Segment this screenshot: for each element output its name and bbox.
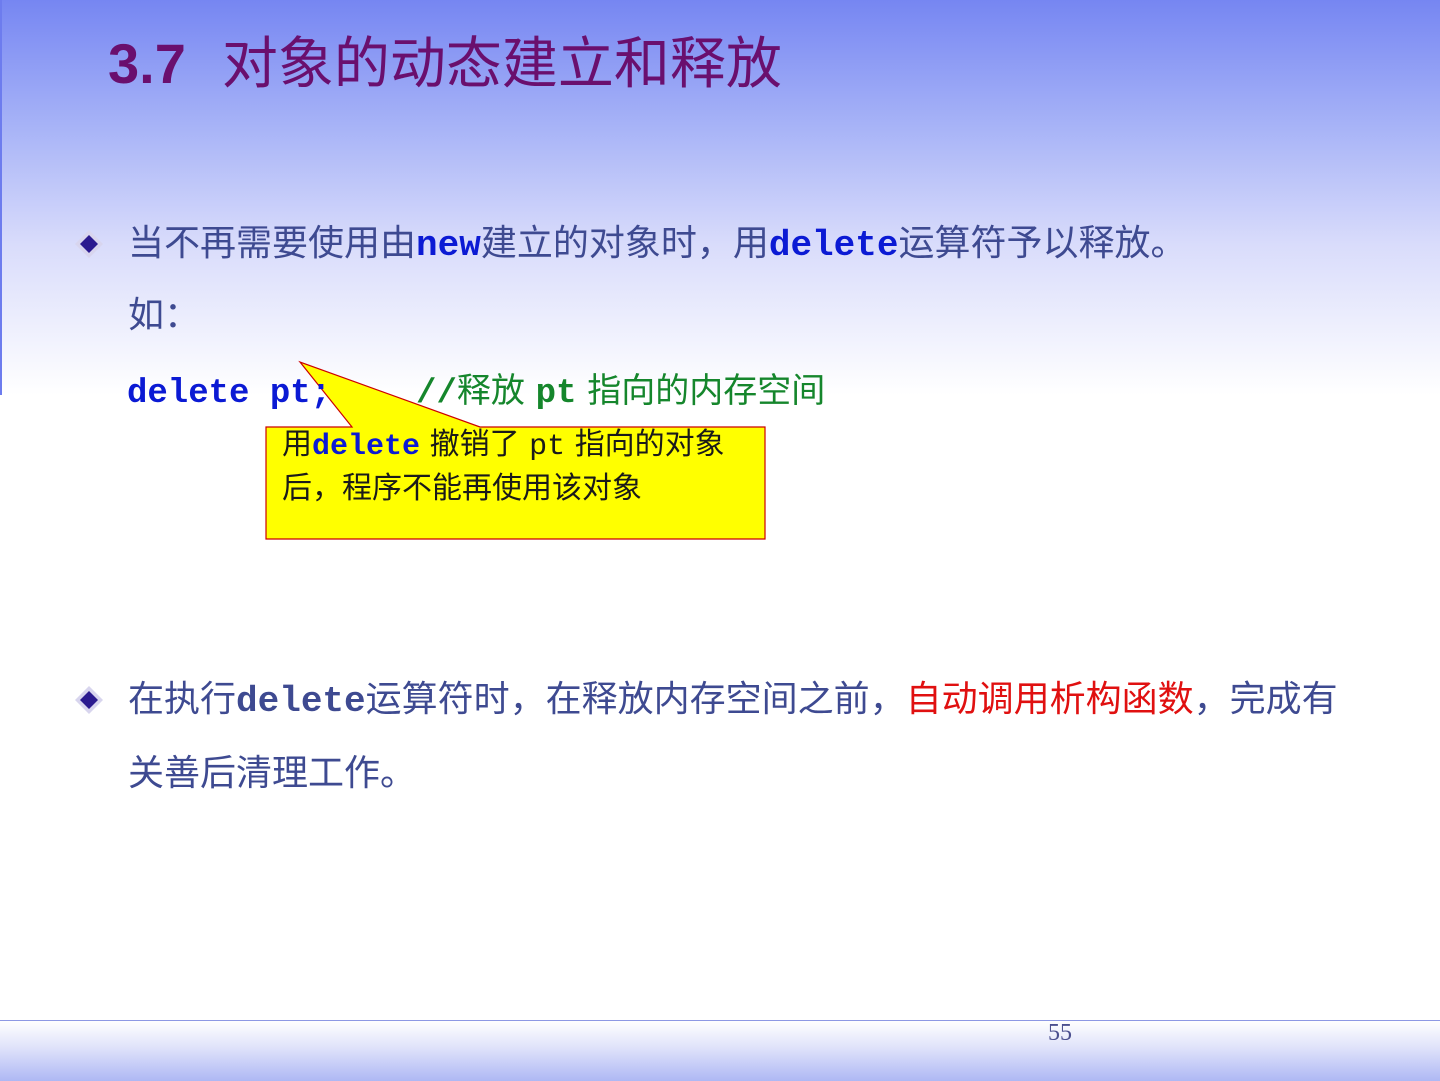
diamond-bullet-icon bbox=[75, 686, 103, 714]
callout-pt: pt bbox=[529, 430, 566, 464]
bullet-2-text: 在执行delete运算符时，在释放内存空间之前，自动调用析构函数，完成有关善后清… bbox=[128, 664, 1368, 810]
comment-text-b: 指向的内存空间 bbox=[587, 371, 826, 411]
footer-bar bbox=[0, 1020, 1440, 1081]
code-statement: delete pt; bbox=[127, 375, 332, 413]
callout-shape bbox=[265, 360, 766, 540]
comment-text-a: 释放 bbox=[456, 371, 525, 411]
bullet-2-text-a: 在执行 bbox=[128, 679, 237, 720]
destructor-highlight: 自动调用析构函数 bbox=[905, 679, 1194, 720]
bullet-2-text-b: 运算符时，在释放内存空间之前， bbox=[365, 679, 906, 720]
callout-keyword-delete: delete bbox=[312, 430, 421, 464]
bullet-2-keyword-delete: delete bbox=[236, 681, 366, 722]
code-comment: //释放 pt 指向的内存空间 bbox=[416, 371, 826, 413]
comment-prefix: // bbox=[416, 375, 457, 413]
callout-text-a: 用 bbox=[282, 427, 312, 462]
code-line: delete pt; //释放 pt 指向的内存空间 bbox=[127, 366, 825, 419]
callout-text-b: 撤销了 bbox=[429, 427, 520, 462]
comment-pt: pt bbox=[535, 375, 577, 413]
callout-note: 用delete 撤销了 pt 指向的对象后，程序不能再使用该对象 bbox=[282, 424, 762, 510]
page-number: 55 bbox=[1048, 1020, 1072, 1046]
